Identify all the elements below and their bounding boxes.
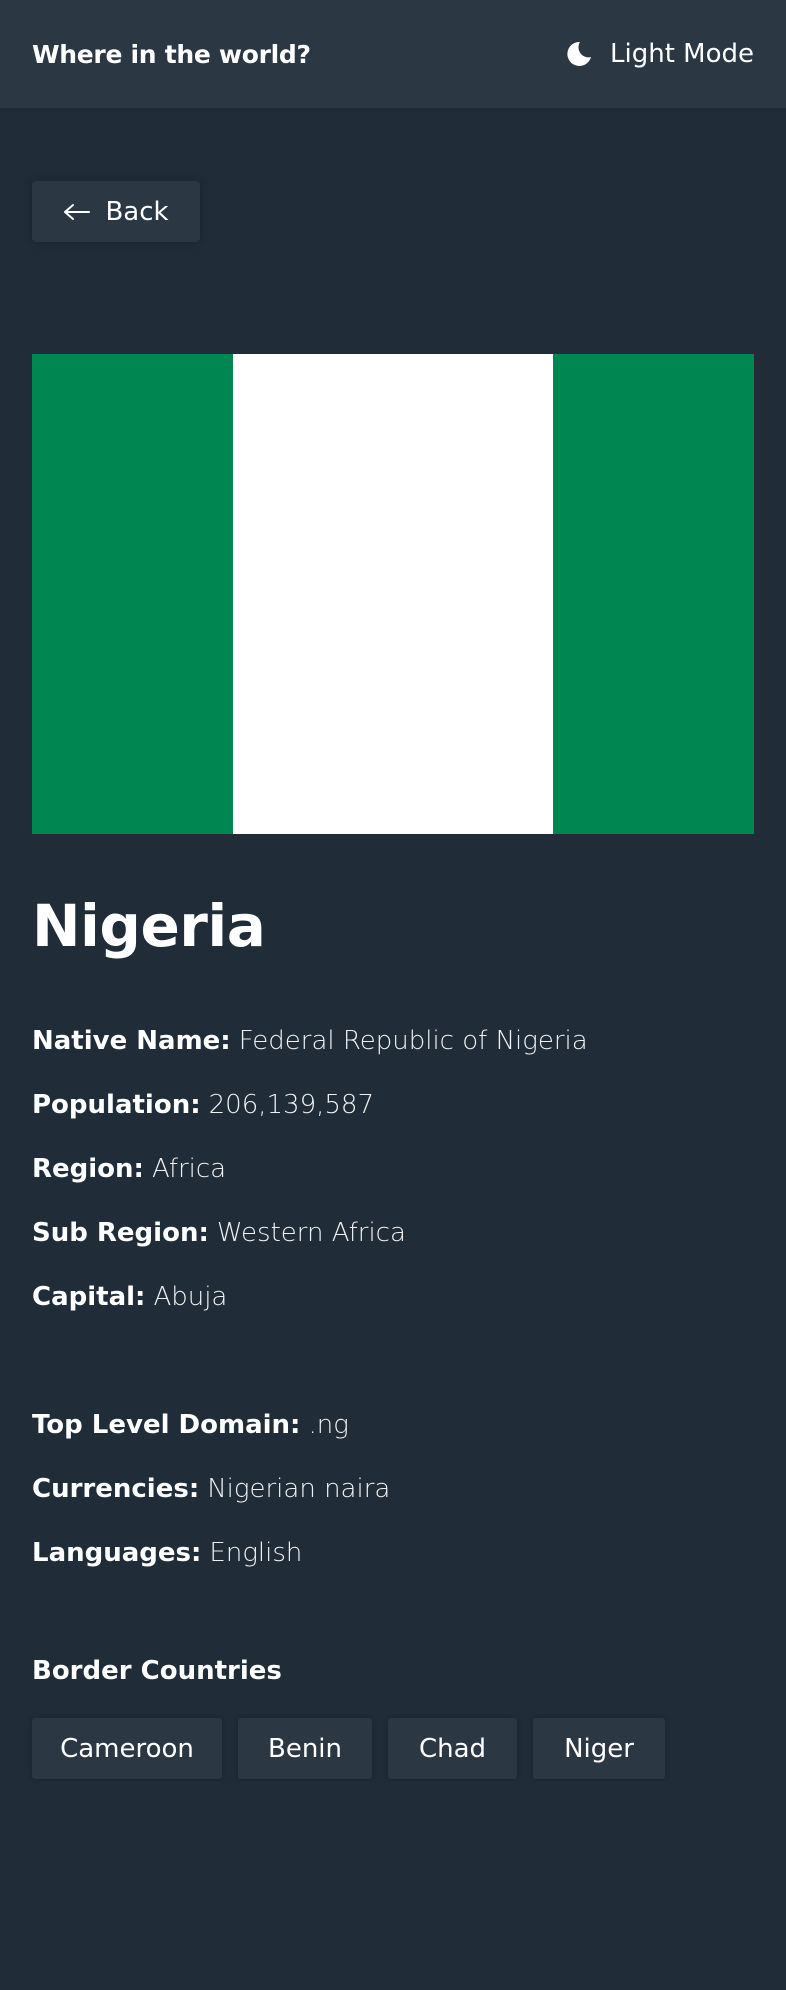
secondary-info-list: Top Level Domain: .ng Currencies: Nigeri… [32, 1409, 754, 1601]
info-label: Sub Region: [32, 1218, 209, 1248]
info-label: Native Name: [32, 1026, 231, 1056]
info-value: .ng [308, 1410, 349, 1440]
info-value: English [209, 1538, 303, 1568]
info-value: Nigerian naira [207, 1474, 391, 1504]
back-button-label: Back [105, 196, 169, 227]
info-row-sub-region: Sub Region: Western Africa [32, 1217, 754, 1281]
info-row-currencies: Currencies: Nigerian naira [32, 1473, 754, 1537]
border-country-button[interactable]: Cameroon [32, 1718, 222, 1779]
theme-toggle-label: Light Mode [610, 39, 754, 69]
info-value: Abuja [153, 1282, 228, 1312]
back-button[interactable]: Back [32, 181, 200, 242]
arrow-left-icon [63, 202, 91, 222]
info-label: Top Level Domain: [32, 1410, 301, 1440]
info-row-region: Region: Africa [32, 1153, 754, 1217]
primary-info-list: Native Name: Federal Republic of Nigeria… [32, 1025, 754, 1345]
flag-stripe-right [553, 354, 754, 834]
border-country-button[interactable]: Niger [533, 1718, 665, 1779]
flag-stripe-middle [233, 354, 553, 834]
info-label: Currencies: [32, 1474, 200, 1504]
info-value: Africa [151, 1154, 227, 1184]
info-value: Federal Republic of Nigeria [238, 1026, 588, 1056]
info-label: Region: [32, 1154, 144, 1184]
info-row-population: Population: 206,139,587 [32, 1089, 754, 1153]
info-label: Population: [32, 1090, 201, 1120]
app-title: Where in the world? [32, 39, 311, 69]
country-flag [32, 354, 754, 834]
info-row-languages: Languages: English [32, 1537, 754, 1601]
info-row-capital: Capital: Abuja [32, 1281, 754, 1345]
info-row-top-level-domain: Top Level Domain: .ng [32, 1409, 754, 1473]
app-header: Where in the world? Light Mode [0, 0, 786, 108]
info-value: 206,139,587 [208, 1090, 375, 1120]
info-value: Western Africa [216, 1218, 406, 1248]
info-label: Languages: [32, 1538, 202, 1568]
border-country-button[interactable]: Chad [388, 1718, 517, 1779]
moon-icon [564, 39, 594, 69]
border-countries-heading: Border Countries [32, 1656, 282, 1686]
border-countries-list: Cameroon Benin Chad Niger [32, 1718, 665, 1779]
theme-toggle-button[interactable]: Light Mode [564, 39, 754, 69]
flag-stripe-left [32, 354, 233, 834]
info-row-native-name: Native Name: Federal Republic of Nigeria [32, 1025, 754, 1089]
info-label: Capital: [32, 1282, 146, 1312]
border-country-button[interactable]: Benin [238, 1718, 372, 1779]
country-name: Nigeria [32, 892, 266, 960]
